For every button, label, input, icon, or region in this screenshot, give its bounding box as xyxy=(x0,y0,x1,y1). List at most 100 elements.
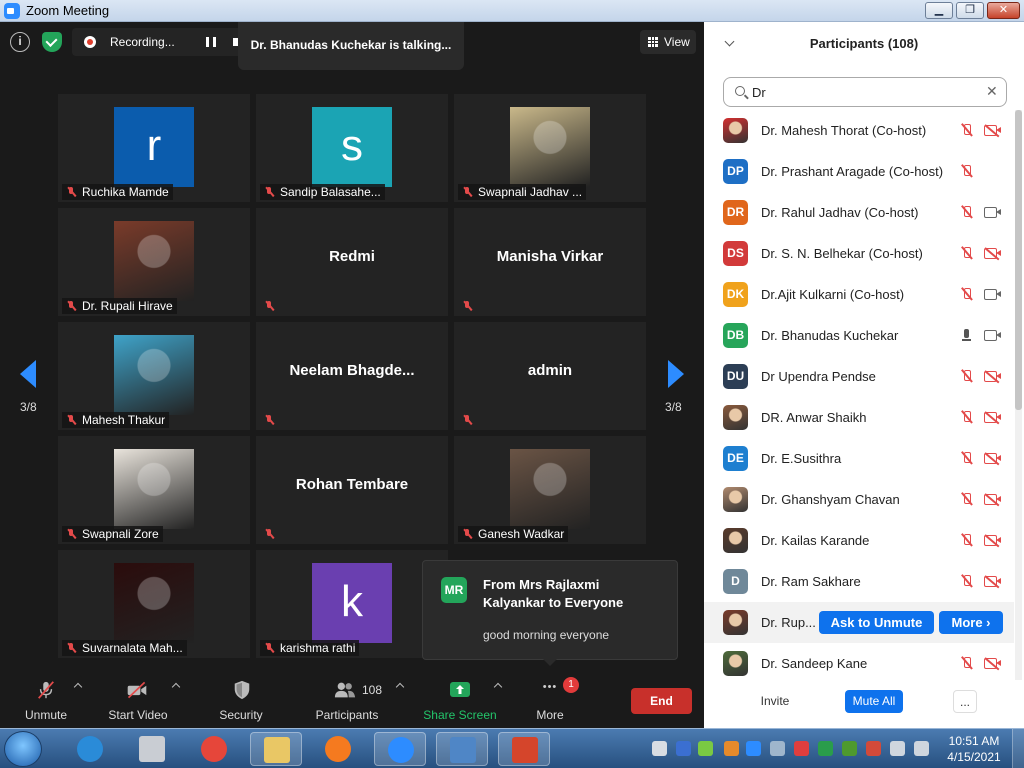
tray-bluetooth-icon[interactable] xyxy=(676,741,691,756)
unmute-button[interactable]: Unmute xyxy=(16,672,76,728)
participant-list-scrollbar[interactable] xyxy=(1015,110,1022,680)
muted-mic-icon[interactable] xyxy=(960,657,972,671)
video-tile[interactable]: k karishma rathi xyxy=(256,550,448,658)
video-off-icon[interactable] xyxy=(984,411,1001,425)
tray-media-icon[interactable] xyxy=(794,741,809,756)
more-options-button[interactable]: ... xyxy=(953,690,977,713)
muted-mic-icon[interactable] xyxy=(960,165,972,179)
minimize-button[interactable]: ▁ xyxy=(925,2,953,19)
taskbar-clock[interactable]: 10:51 AM 4/15/2021 xyxy=(946,733,1002,765)
tray-device-icon[interactable] xyxy=(770,741,785,756)
video-off-icon[interactable] xyxy=(984,247,1001,261)
view-button[interactable]: View xyxy=(640,30,696,54)
taskbar-app-scanner[interactable] xyxy=(126,732,178,766)
participant-more-button[interactable]: More › xyxy=(939,611,1003,634)
participant-row[interactable]: DS Dr. S. N. Belhekar (Co-host) xyxy=(704,233,1014,274)
video-off-icon[interactable] xyxy=(984,575,1001,589)
video-tile[interactable]: Manisha Virkar xyxy=(454,208,646,316)
video-off-icon[interactable] xyxy=(984,534,1001,548)
video-tile[interactable]: Ganesh Wadkar xyxy=(454,436,646,544)
tray-network-icon[interactable] xyxy=(652,741,667,756)
participants-options-caret-icon[interactable] xyxy=(395,682,405,692)
start-button-icon[interactable] xyxy=(4,731,42,767)
video-icon[interactable] xyxy=(984,207,1001,218)
video-tile[interactable]: Rohan Tembare xyxy=(256,436,448,544)
share-screen-button[interactable]: Share Screen xyxy=(420,672,500,728)
participant-row[interactable]: DE Dr. E.Susithra xyxy=(704,438,1014,479)
ask-to-unmute-button[interactable]: Ask to Unmute xyxy=(819,611,934,634)
participant-search-input[interactable]: Dr ✕ xyxy=(723,77,1007,107)
muted-mic-icon[interactable] xyxy=(960,247,972,261)
scrollbar-thumb[interactable] xyxy=(1015,110,1022,410)
next-page-arrow-icon[interactable] xyxy=(668,360,684,388)
muted-mic-icon[interactable] xyxy=(960,124,972,138)
video-tile[interactable]: Redmi xyxy=(256,208,448,316)
taskbar-app-presentation[interactable] xyxy=(498,732,550,766)
mute-all-button[interactable]: Mute All xyxy=(845,690,903,713)
participant-row[interactable]: DK Dr.Ajit Kulkarni (Co-host) xyxy=(704,274,1014,315)
participant-row[interactable]: DU Dr Upendra Pendse xyxy=(704,356,1014,397)
participant-row[interactable]: DB Dr. Bhanudas Kuchekar xyxy=(704,315,1014,356)
tray-app-icon[interactable] xyxy=(724,741,739,756)
muted-mic-icon[interactable] xyxy=(960,288,972,302)
participant-row[interactable]: DR Dr. Rahul Jadhav (Co-host) xyxy=(704,192,1014,233)
taskbar-app-photos[interactable] xyxy=(436,732,488,766)
info-icon[interactable]: i xyxy=(10,32,30,52)
video-off-icon[interactable] xyxy=(984,657,1001,671)
tray-globe-icon[interactable] xyxy=(842,741,857,756)
video-tile[interactable]: Dr. Rupali Hirave xyxy=(58,208,250,316)
video-tile[interactable]: Suvarnalata Mah... xyxy=(58,550,250,658)
muted-mic-icon[interactable] xyxy=(960,370,972,384)
video-off-icon[interactable] xyxy=(984,370,1001,384)
close-button[interactable]: ✕ xyxy=(987,2,1020,19)
tray-q-icon[interactable] xyxy=(818,741,833,756)
video-off-icon[interactable] xyxy=(984,493,1001,507)
participant-row[interactable]: Dr. Ghanshyam Chavan xyxy=(704,479,1014,520)
muted-mic-icon[interactable] xyxy=(960,534,972,548)
video-tile[interactable]: Mahesh Thakur xyxy=(58,322,250,430)
start-video-button[interactable]: Start Video xyxy=(102,672,174,728)
participant-row[interactable]: Dr. Mahesh Thorat (Co-host) xyxy=(704,110,1014,151)
video-tile[interactable]: Swapnali Zore xyxy=(58,436,250,544)
tray-display-icon[interactable] xyxy=(890,741,905,756)
participant-row[interactable]: Dr. Sandeep Kane xyxy=(704,643,1014,684)
video-tile[interactable]: Neelam Bhagde... xyxy=(256,322,448,430)
muted-mic-icon[interactable] xyxy=(960,493,972,507)
chat-notification[interactable]: MR From Mrs Rajlaxmi Kalyankar to Everyo… xyxy=(422,560,678,666)
muted-mic-icon[interactable] xyxy=(960,411,972,425)
participant-row[interactable]: DR. Anwar Shaikh xyxy=(704,397,1014,438)
video-icon[interactable] xyxy=(984,330,1001,341)
participant-row[interactable]: DP Dr. Prashant Aragade (Co-host) xyxy=(704,151,1014,192)
tray-volume-icon[interactable] xyxy=(914,741,929,756)
muted-mic-icon[interactable] xyxy=(960,452,972,466)
video-tile[interactable]: admin xyxy=(454,322,646,430)
tray-zoom-icon[interactable] xyxy=(746,741,761,756)
video-off-icon[interactable] xyxy=(984,452,1001,466)
encryption-shield-icon[interactable] xyxy=(42,32,62,52)
muted-mic-icon[interactable] xyxy=(960,206,972,220)
video-tile[interactable]: Swapnali Jadhav ... xyxy=(454,94,646,202)
mic-icon[interactable] xyxy=(960,329,972,343)
taskbar-app-file-explorer[interactable] xyxy=(250,732,302,766)
security-button[interactable]: Security xyxy=(212,672,270,728)
participant-row[interactable]: Dr. Kailas Karande xyxy=(704,520,1014,561)
taskbar-app-internet-explorer[interactable] xyxy=(64,732,116,766)
taskbar-app-chrome[interactable] xyxy=(188,732,240,766)
participant-row[interactable]: D Dr. Ram Sakhare xyxy=(704,561,1014,602)
previous-page-arrow-icon[interactable] xyxy=(20,360,36,388)
show-desktop-button[interactable] xyxy=(1012,729,1024,768)
participant-row[interactable]: Dr. Rup... Ask to Unmute More › xyxy=(704,602,1014,643)
participants-button[interactable]: 108 Participants xyxy=(310,672,384,728)
video-tile[interactable]: s Sandip Balasahe... xyxy=(256,94,448,202)
invite-button[interactable]: Invite xyxy=(754,690,796,713)
video-off-icon[interactable] xyxy=(984,124,1001,138)
tray-flag-icon[interactable] xyxy=(866,741,881,756)
clear-search-icon[interactable]: ✕ xyxy=(986,83,998,100)
taskbar-app-zoom[interactable] xyxy=(374,732,426,766)
muted-mic-icon[interactable] xyxy=(960,575,972,589)
restore-button[interactable]: ❐ xyxy=(956,2,984,19)
end-meeting-button[interactable]: End xyxy=(631,688,692,714)
taskbar-app-firefox[interactable] xyxy=(312,732,364,766)
pause-recording-icon[interactable] xyxy=(206,37,216,47)
video-icon[interactable] xyxy=(984,289,1001,300)
